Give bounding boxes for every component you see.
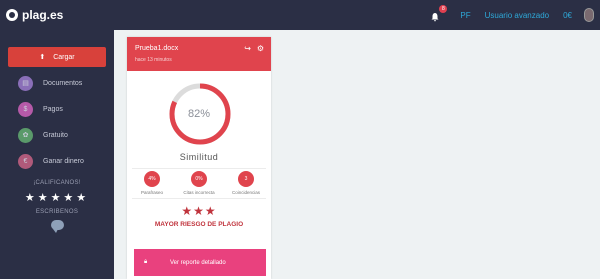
free-icon: ✿: [18, 127, 33, 143]
rating-stars[interactable]: ★★★★★: [0, 191, 114, 204]
documents-icon: ▤: [18, 75, 33, 91]
metric-citations[interactable]: 0% Citas incorrecta: [179, 171, 219, 195]
avatar[interactable]: [584, 8, 594, 22]
gear-icon[interactable]: ⚙: [257, 44, 264, 53]
payments-icon: $: [18, 101, 33, 117]
risk-label: MAYOR RIESGO DE PLAGIO: [154, 221, 244, 228]
share-icon[interactable]: ↪: [244, 44, 251, 53]
card-header: Prueba1.docx hace 13 minutos ↪ ⚙: [127, 37, 271, 71]
report-button-label: Ver reporte detallado: [170, 259, 226, 266]
metric-matches[interactable]: 3 Coincidencias: [226, 171, 266, 195]
metric-label: Coincidencias: [231, 190, 260, 195]
sidebar-item-pagos[interactable]: $ Pagos: [18, 100, 63, 118]
document-card: Prueba1.docx hace 13 minutos ↪ ⚙ 82% Sim…: [127, 37, 271, 279]
sidebar-item-documentos[interactable]: ▤ Documentos: [18, 74, 82, 92]
document-time: hace 13 minutos: [135, 57, 172, 63]
divider: [132, 198, 266, 199]
upload-button[interactable]: ⬆ Cargar: [8, 47, 106, 67]
sidebar-item-label: Gratuito: [43, 131, 68, 139]
upload-icon: ⬆: [39, 54, 46, 61]
lock-icon: 🔒︎: [144, 259, 148, 265]
rate-label: ¡CALIFICANOS!: [33, 180, 81, 186]
similarity-label: Similitud: [179, 152, 219, 162]
logo-icon: [6, 9, 18, 21]
balance-link[interactable]: 0€: [563, 11, 572, 20]
sidebar-item-label: Ganar dinero: [43, 157, 84, 165]
metric-value: 0%: [191, 171, 207, 187]
top-bar: plag.es 8 PF Usuario avanzado 0€: [0, 0, 600, 30]
sidebar-item-label: Pagos: [43, 105, 63, 113]
bell-icon[interactable]: 8: [430, 5, 448, 22]
sidebar-item-ganar-dinero[interactable]: € Ganar dinero: [18, 152, 84, 170]
risk-stars: ★★★: [181, 204, 217, 218]
metric-label: Citas incorrecta: [183, 190, 215, 195]
similarity-percent: 82%: [187, 108, 211, 120]
divider: [132, 168, 266, 169]
document-filename[interactable]: Prueba1.docx: [135, 45, 178, 52]
metric-label: Parafraseo: [140, 190, 163, 195]
metric-paraphrase[interactable]: 4% Parafraseo: [132, 171, 172, 195]
money-icon: €: [18, 153, 33, 169]
upload-button-label: Cargar: [53, 53, 75, 61]
user-initials-link[interactable]: PF: [460, 11, 470, 20]
logo[interactable]: plag.es: [0, 0, 114, 30]
sidebar: ⬆ Cargar ▤ Documentos $ Pagos ✿ Gratuito…: [0, 30, 114, 279]
metric-value: 4%: [144, 171, 160, 187]
detailed-report-button[interactable]: 🔒︎ Ver reporte detallado: [134, 249, 266, 276]
sidebar-item-label: Documentos: [43, 79, 83, 87]
chat-icon[interactable]: [51, 220, 64, 233]
write-label: ESCRIBENOS: [35, 209, 79, 215]
logo-text: plag.es: [22, 8, 64, 22]
metric-value: 3: [238, 171, 254, 187]
sidebar-item-gratuito[interactable]: ✿ Gratuito: [18, 126, 68, 144]
plan-link[interactable]: Usuario avanzado: [485, 11, 549, 20]
notification-badge: 8: [439, 5, 448, 13]
